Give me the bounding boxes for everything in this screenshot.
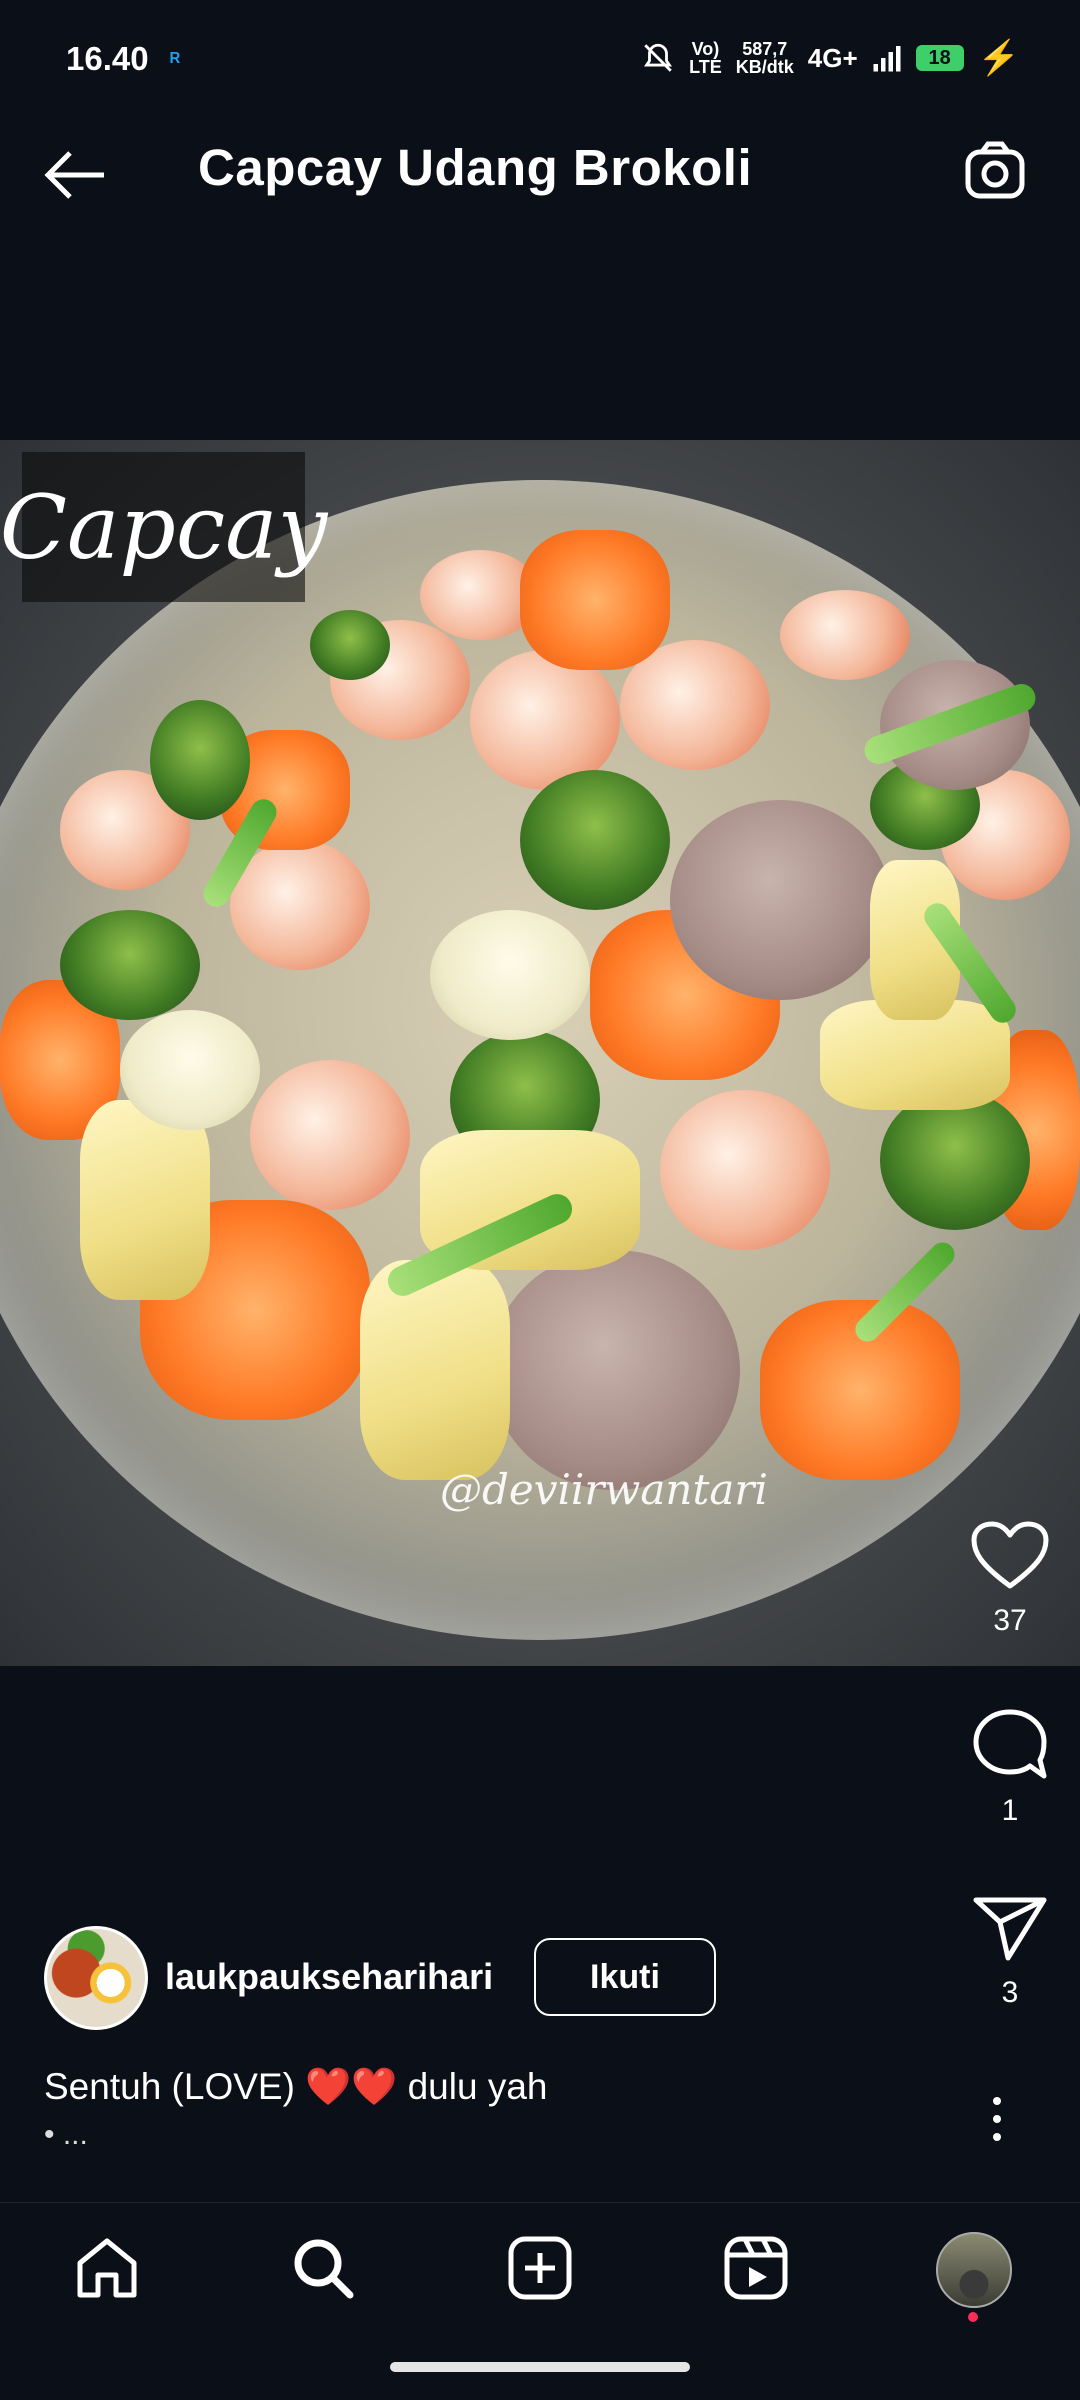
back-arrow-icon[interactable] (40, 145, 110, 205)
app-notification-icon: ᴿ (170, 48, 181, 73)
shrimp (780, 590, 910, 680)
network-type: 4G+ (807, 42, 858, 73)
notification-dot (968, 2312, 978, 2322)
cauliflower (430, 910, 590, 1040)
broccoli (310, 610, 390, 680)
meatball (490, 1250, 740, 1490)
reels-icon[interactable] (721, 2233, 791, 2303)
caption-more[interactable]: • ... (44, 2118, 88, 2152)
share-count: 3 (1001, 1976, 1019, 2009)
shrimp (470, 650, 620, 790)
status-icons: Vo) LTE 587,7 KB/dtk 4G+ 18 ⚡ (641, 38, 1020, 78)
status-time: 16.40 (66, 40, 149, 77)
shrimp (660, 1090, 830, 1250)
author-avatar[interactable] (44, 1926, 148, 2030)
baby-corn (80, 1100, 210, 1300)
more-options-icon[interactable] (987, 2095, 1007, 2143)
gesture-home-indicator[interactable] (390, 2362, 690, 2372)
like-action[interactable]: 37 (940, 1520, 1080, 1638)
like-count: 37 (993, 1604, 1027, 1637)
signal-icon (873, 46, 901, 72)
comment-bubble-icon[interactable] (970, 1706, 1050, 1782)
follow-button[interactable]: Ikuti (534, 1938, 716, 2016)
battery-icon: 18 (915, 45, 964, 71)
home-icon[interactable] (72, 2233, 142, 2303)
profile-avatar-tab[interactable] (936, 2232, 1012, 2308)
create-post-icon[interactable] (505, 2233, 575, 2303)
meatball (670, 800, 890, 1000)
bottom-navigation (0, 2202, 1080, 2333)
post-caption[interactable]: Sentuh (LOVE) ❤️❤️ dulu yah (44, 2066, 548, 2109)
heart-icon[interactable] (970, 1520, 1050, 1592)
search-icon[interactable] (288, 2233, 358, 2303)
shrimp (250, 1060, 410, 1210)
top-app-bar: Capcay Udang Brokoli (0, 100, 1080, 250)
cauliflower (120, 1010, 260, 1130)
post-image[interactable]: Capcay @deviirwantari (0, 440, 1080, 1666)
image-watermark: @deviirwantari (440, 1465, 768, 1514)
charging-bolt-icon: ⚡ (977, 39, 1020, 77)
comment-action[interactable]: 1 (940, 1706, 1080, 1828)
camera-icon[interactable] (962, 138, 1028, 204)
share-action[interactable]: 3 (940, 1892, 1080, 2010)
status-bar: 16.40 ᴿ Vo) LTE 587,7 KB/dtk 4G+ 18 ⚡ (0, 0, 1080, 100)
carrot-flower (520, 530, 670, 670)
volte-indicator: Vo) LTE (689, 39, 722, 77)
mute-bell-icon (644, 43, 673, 72)
broccoli (150, 700, 250, 820)
broccoli (520, 770, 670, 910)
baby-corn (360, 1260, 510, 1480)
broccoli (880, 1090, 1030, 1230)
image-overlay-label: Capcay (0, 452, 327, 602)
broccoli (60, 910, 200, 1020)
comment-count: 1 (1001, 1794, 1019, 1827)
network-speed: 587,7 KB/dtk (735, 39, 794, 77)
send-icon[interactable] (970, 1892, 1050, 1964)
page-title: Capcay Udang Brokoli (198, 139, 753, 196)
author-username[interactable]: laukpaukseharihari (165, 1956, 493, 1998)
